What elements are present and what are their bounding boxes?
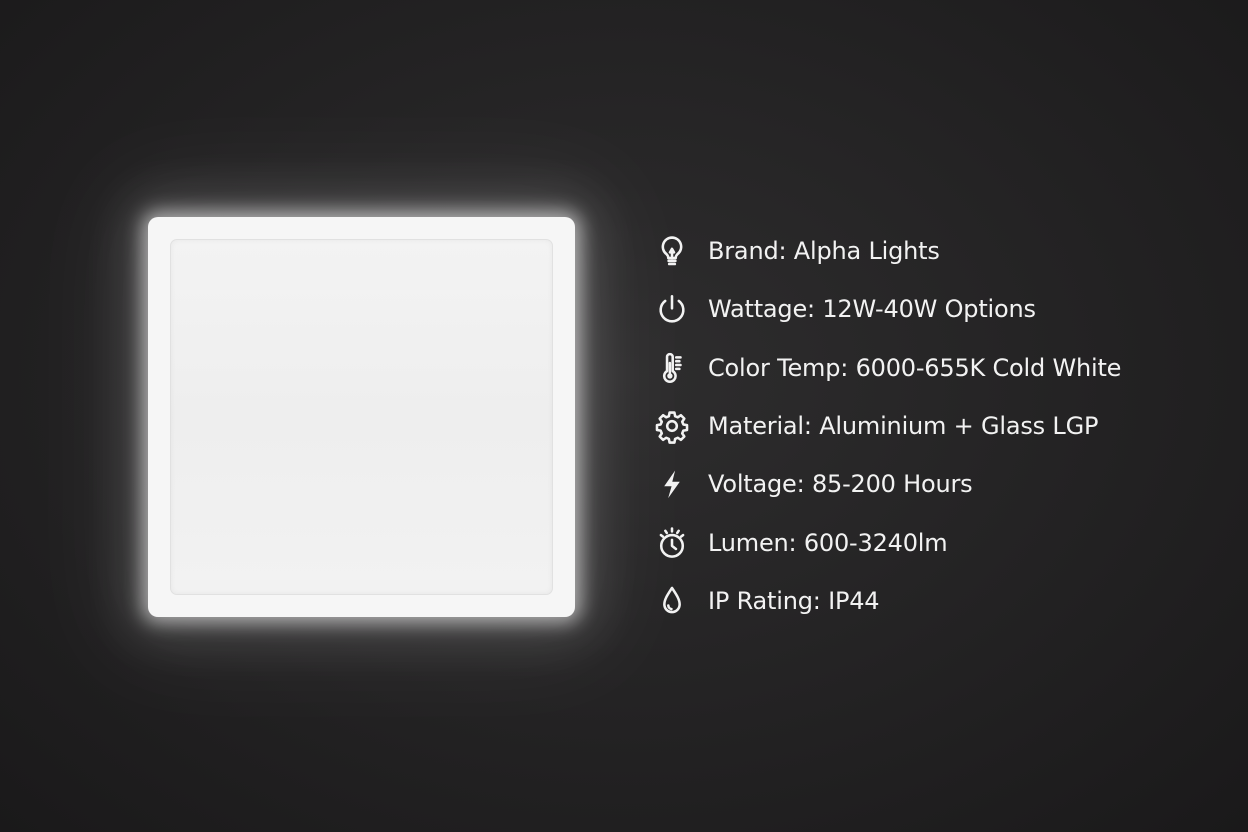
spec-item-material: Material: Aluminium + Glass LGP [652, 397, 1212, 455]
thermometer-icon [652, 348, 692, 388]
spec-item-lumen: Lumen: 600-3240lm [652, 513, 1212, 571]
spec-color-temp-text: Color Temp: 6000-655K Cold White [708, 353, 1122, 382]
led-panel-diffuser [170, 239, 553, 595]
water-drop-icon [652, 581, 692, 621]
spec-ip-rating-text: IP Rating: IP44 [708, 586, 880, 615]
spec-brand-text: Brand: Alpha Lights [708, 237, 940, 266]
lightning-bolt-icon [652, 464, 692, 504]
spec-lumen-text: Lumen: 600-3240lm [708, 528, 948, 557]
spec-item-color-temp: Color Temp: 6000-655K Cold White [652, 339, 1212, 397]
spec-voltage-text: Voltage: 85-200 Hours [708, 470, 973, 499]
spec-wattage-text: Wattage: 12W-40W Options [708, 295, 1036, 324]
spec-list: Brand: Alpha Lights Wattage: 12W-40W Opt… [652, 222, 1212, 630]
lightbulb-icon [652, 231, 692, 271]
timer-icon [652, 523, 692, 563]
spec-material-text: Material: Aluminium + Glass LGP [708, 412, 1099, 441]
spec-item-voltage: Voltage: 85-200 Hours [652, 455, 1212, 513]
spec-item-ip-rating: IP Rating: IP44 [652, 572, 1212, 630]
led-panel-image [148, 217, 575, 617]
gear-icon [652, 406, 692, 446]
power-icon [652, 289, 692, 329]
spec-item-wattage: Wattage: 12W-40W Options [652, 280, 1212, 338]
spec-item-brand: Brand: Alpha Lights [652, 222, 1212, 280]
